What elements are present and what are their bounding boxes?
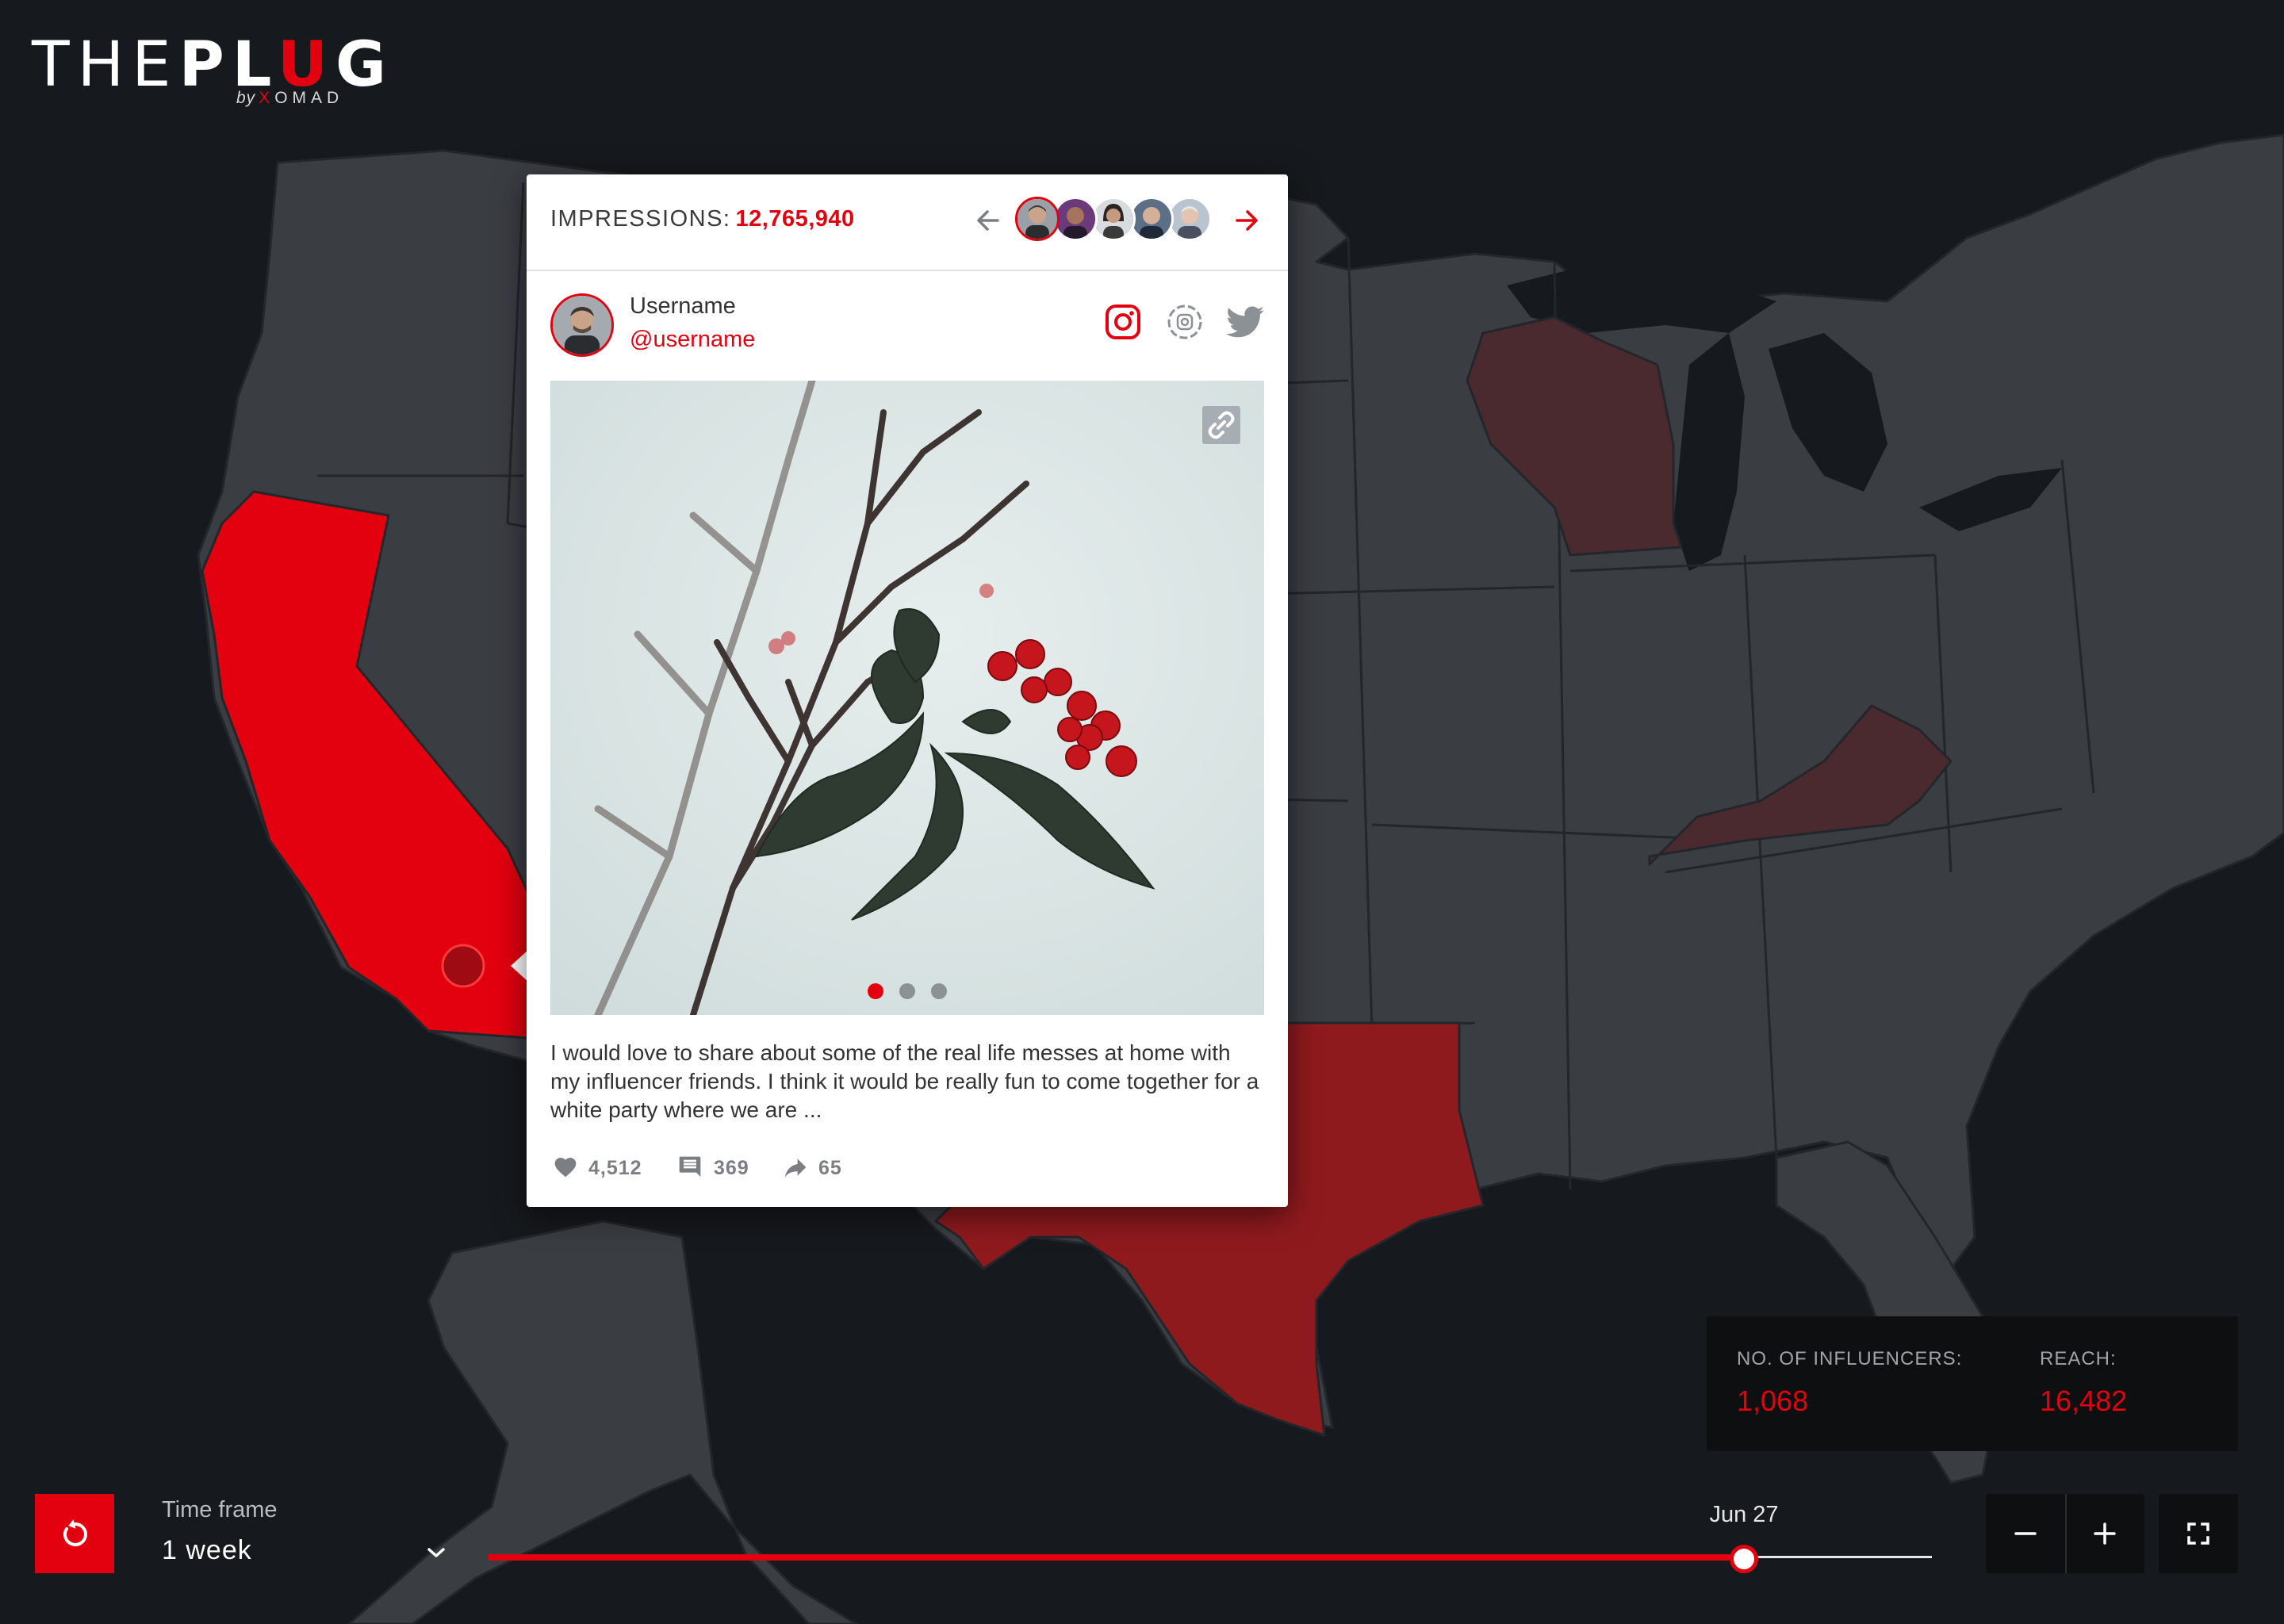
carousel-dot-1[interactable] [868, 983, 883, 999]
comment-icon [679, 1156, 701, 1177]
shares-stat: 65 [782, 1151, 877, 1183]
likes-count: 4,512 [588, 1157, 642, 1179]
chevron-down-icon [427, 1548, 445, 1557]
card-header: IMPRESSIONS: 12,765,940 [527, 174, 1288, 271]
reach-label: REACH: [2040, 1348, 2117, 1369]
carousel-dots [868, 983, 963, 999]
timeframe-label: Time frame [162, 1497, 278, 1522]
logo-the: THE [32, 29, 179, 101]
heart-icon [554, 1158, 577, 1178]
zoom-out-button[interactable] [1986, 1494, 2065, 1573]
post-card: IMPRESSIONS: 12,765,940 Username @userna… [527, 174, 1288, 1207]
comments-stat: 369 [677, 1151, 772, 1183]
user-handle[interactable]: @username [630, 327, 755, 353]
timeframe-select[interactable]: 1 week [162, 1530, 447, 1578]
impressions-label: IMPRESSIONS: [550, 206, 731, 232]
stats-panel: NO. OF INFLUENCERS: 1,068 REACH: 16,482 [1707, 1316, 2238, 1451]
influencer-avatar-4[interactable] [1129, 197, 1174, 241]
timeframe-value: 1 week [162, 1535, 252, 1565]
map-marker[interactable] [438, 940, 489, 991]
shares-count: 65 [818, 1157, 842, 1179]
fullscreen-button[interactable] [2159, 1494, 2238, 1573]
post-image[interactable] [550, 381, 1264, 1015]
reset-icon [63, 1519, 87, 1546]
link-icon[interactable] [1202, 406, 1240, 444]
logo-g: G [335, 29, 395, 101]
plus-icon [2094, 1522, 2116, 1545]
prev-arrow-icon[interactable] [972, 205, 1004, 236]
card-pointer [511, 950, 528, 982]
influencer-avatar-5[interactable] [1167, 197, 1212, 241]
influencer-avatar-1[interactable] [1015, 197, 1060, 241]
user-name[interactable]: Username [630, 293, 736, 320]
instagram-story-icon[interactable] [1164, 301, 1205, 343]
brand-logo: THEPLUG by XOMAD [32, 33, 386, 113]
zoom-controls [1986, 1494, 2144, 1573]
timeline-handle[interactable] [1730, 1545, 1758, 1573]
influencers-value: 1,068 [1737, 1385, 1809, 1417]
comments-count: 369 [714, 1157, 749, 1179]
timeline-date: Jun 27 [1709, 1502, 1779, 1527]
likes-stat: 4,512 [552, 1151, 663, 1183]
zoom-in-button[interactable] [2065, 1494, 2144, 1573]
reach-value: 16,482 [2040, 1385, 2128, 1417]
fullscreen-icon [2187, 1522, 2209, 1545]
timeline-progress [489, 1554, 1744, 1561]
timeline-slider[interactable]: Jun 27 [489, 1502, 1932, 1586]
logo-byline: by XOMAD [236, 89, 344, 107]
post-stats: 4,512 369 65 [550, 1151, 1264, 1183]
influencers-label: NO. OF INFLUENCERS: [1737, 1348, 1963, 1369]
twitter-icon[interactable] [1224, 301, 1266, 343]
impressions-value: 12,765,940 [735, 206, 855, 232]
share-icon [784, 1159, 807, 1178]
impressions: IMPRESSIONS: 12,765,940 [550, 206, 855, 232]
influencer-avatar-2[interactable] [1053, 197, 1098, 241]
user-avatar[interactable] [550, 293, 614, 357]
carousel-dot-2[interactable] [899, 983, 915, 999]
reset-button[interactable] [35, 1494, 114, 1573]
next-arrow-icon[interactable] [1231, 205, 1263, 236]
influencer-avatar-3[interactable] [1091, 197, 1136, 241]
influencer-avatars [1015, 197, 1221, 244]
minus-icon [2014, 1532, 2037, 1535]
instagram-icon[interactable] [1102, 301, 1144, 343]
post-caption: I would love to share about some of the … [550, 1040, 1259, 1122]
carousel-dot-3[interactable] [931, 983, 947, 999]
